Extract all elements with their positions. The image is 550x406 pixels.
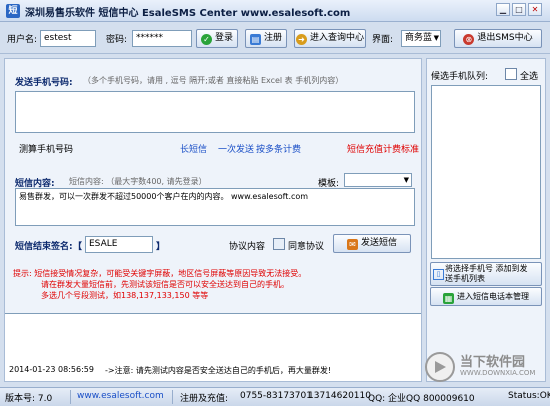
arrow-right-icon: ➜ [295,34,307,45]
notice-line-3: 多选几个号段测试，如138,137,133,150 等等 [41,291,209,300]
close-icon[interactable]: ✕ [528,3,542,16]
phone-icon: ▯ [433,269,444,280]
status-bar: 版本号: 7.0 www.esalesoft.com 注册及充值: 0755-8… [0,387,550,406]
select-all-checkbox[interactable]: 全选 [505,68,538,82]
phones-hint: （多个手机号码，请用 , 逗号 隔开;或者 直接粘贴 Excel 表 手机列内容… [83,76,344,85]
consult-label: 注册及充值: [180,394,229,404]
watermark-text: 当下软件园 [460,355,526,370]
checkbox-icon [505,68,517,80]
multi-billing-link[interactable]: 按多条计费 [256,142,301,155]
app-icon: 短 [6,4,20,18]
send-once-link[interactable]: 一次发送 [218,142,254,155]
phonebook-icon: ▦ [443,293,454,304]
phone-numbers-input[interactable] [15,91,415,133]
status-text: Status:OK [508,391,550,401]
signature-bracket-open: 【 [73,242,83,252]
compose-panel: 发送手机号码: （多个手机号码，请用 , 逗号 隔开;或者 直接粘贴 Excel… [4,58,422,382]
check-icon: ✓ [200,34,212,45]
message-input[interactable]: 易售群发，可以一次群发不超过50000个客户在内的内容。 www.esaleso… [15,188,415,226]
signature-field[interactable]: ESALE [85,236,153,253]
content-hint: 短信内容: （最大字数400, 请先登录） [69,177,207,186]
exit-button[interactable]: ⊗ 退出SMS中心 [454,29,542,48]
long-sms-link[interactable]: 长短信 [180,142,207,155]
interface-select[interactable]: 商务蓝 ▼ [401,30,441,47]
signature-label: 短信结束签名: [15,242,73,252]
interface-label: 界面: [372,35,394,45]
contact-mobile: 13714620110 [308,391,371,401]
window-title: 深圳易售乐软件 短信中心 EsaleSMS Center www.esaleso… [25,8,351,19]
candidate-queue-panel: 候选手机队列: 全选 ▯ 将选择手机号 添加到发 送手机列表 ▦ 进入短信电话本管理 [426,58,546,382]
pricing-link[interactable]: 短信充值计费标准 [347,142,419,155]
phonebook-button[interactable]: ▦ 进入短信电话本管理 [430,287,542,306]
envelope-icon: ✉ [346,239,358,250]
exit-icon: ⊗ [463,34,475,45]
send-sms-button[interactable]: ✉ 发送短信 [333,234,411,253]
template-select[interactable]: ▼ [344,173,412,187]
chevron-down-icon: ▼ [403,176,409,184]
minimize-icon[interactable]: ▁ [496,3,510,16]
watermark-url: WWW.DOWNXIA.COM [460,369,536,377]
watermark-logo: 当下软件园 WWW.DOWNXIA.COM [424,345,544,385]
phones-title: 发送手机号码: [15,78,73,88]
contact-phone: 0755-83173701 [240,391,312,401]
log-message: ->注意: 请先测试内容是否安全送达自己的手机后，再大量群发! [105,366,332,375]
checkbox-icon [273,238,285,250]
queue-title: 候选手机队列: [431,72,489,82]
signature-bracket-close: 】 [156,242,166,252]
register-icon: ▤ [249,34,261,45]
password-label: 密码: [106,35,128,45]
status-separator [172,390,173,404]
status-separator [70,390,71,404]
version-text: 版本号: 7.0 [5,394,53,404]
candidate-phone-list[interactable] [431,85,541,259]
add-to-send-list-button[interactable]: ▯ 将选择手机号 添加到发 送手机列表 [430,262,542,286]
contact-qq: QQ: 企业QQ 800009610 [368,394,475,404]
login-button[interactable]: ✓ 登录 [196,29,238,48]
watermark-icon [425,352,455,382]
query-center-button[interactable]: ➜ 进入查询中心 [294,29,366,48]
password-field[interactable]: ****** [132,30,192,47]
chevron-down-icon: ▼ [433,34,439,42]
username-label: 用户名: [7,35,38,45]
notice-line-2: 请在群发大量短信前，先测试该短信是否可以安全送达到自己的手机。 [41,280,289,289]
log-timestamp: 2014-01-23 08:56:59 [9,365,94,374]
agreement-link[interactable]: 协议内容 [229,239,265,252]
notice-line-1: 提示: 短信接受情况复杂，可能受关键字屏蔽，地区信号屏蔽等原因导致无法接受。 [13,269,307,278]
website-link[interactable]: www.esalesoft.com [77,391,164,401]
agree-checkbox[interactable]: 同意协议 [273,238,324,252]
maximize-icon[interactable]: □ [512,3,526,16]
username-field[interactable]: estest [40,30,96,47]
phone-count-label: 测算手机号码 [19,145,74,155]
login-toolbar: 用户名: estest 密码: ****** ✓ 登录 ▤ 注册 ➜ 进入查询中心 界… [0,23,550,54]
register-button[interactable]: ▤ 注册 [245,29,287,48]
title-bar: 短 深圳易售乐软件 短信中心 EsaleSMS Center www.esale… [0,0,550,22]
log-area: 2014-01-23 08:56:59 ->注意: 请先测试内容是否安全送达自己… [5,313,421,381]
